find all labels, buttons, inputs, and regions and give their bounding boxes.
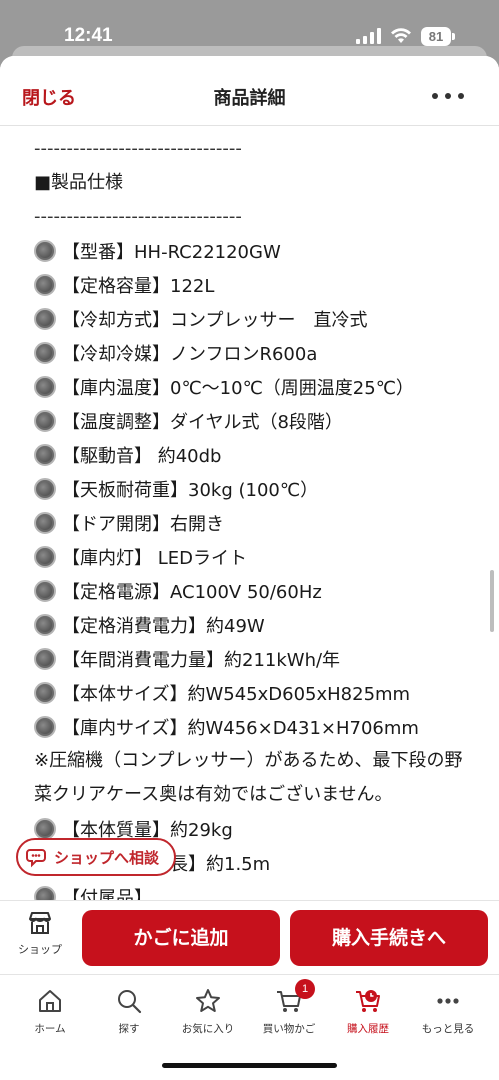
spec-item: 【型番】HH-RC22120GW [34,234,474,268]
bullet-icon [34,648,56,670]
tab-home[interactable]: ホーム [10,987,90,1036]
bullet-icon [34,580,56,602]
spec-item: 【天板耐荷重】30kg (100℃） [34,472,474,506]
chat-icon [26,849,46,868]
spec-item: 【庫内灯】 LEDライト [34,540,474,574]
bullet-icon [34,478,56,500]
tab-home-label: ホーム [34,1023,66,1035]
spec-text: 【温度調整】ダイヤル式（8段階） [62,412,343,433]
bullet-icon [34,818,56,840]
spec-note: ※圧縮機（コンプレッサー）があるため、最下段の野菜クリアケース奥は有効ではござい… [34,750,463,805]
battery-icon: 81 [421,27,455,46]
spec-text: 【庫内温度】0℃～10℃（周囲温度25℃） [62,378,414,399]
bullet-icon [34,444,56,466]
shop-label: ショップ [18,943,62,956]
shop-icon [29,912,51,934]
bullet-icon [34,682,56,704]
spec-item: 【定格電源】AC100V 50/60Hz [34,574,474,608]
shop-consult-button[interactable]: ショップへ相談 [16,838,176,876]
spec-item: 【庫内サイズ】約W456×D431×H706mm [34,710,474,744]
spec-item: 【年間消費電力量】約211kWh/年 [34,642,474,676]
bullet-icon [34,614,56,636]
page-title: 商品詳細 [213,88,286,109]
add-to-cart-button[interactable]: かごに追加 [82,910,280,966]
spec-text: 【定格電源】AC100V 50/60Hz [62,582,322,603]
purchase-action-bar: ショップ かごに追加 購入手続きへ [0,900,499,974]
spec-text: 【定格容量】122L [62,276,215,297]
signal-icon [356,28,381,44]
bullet-icon [34,376,56,398]
spec-text: 【天板耐荷重】30kg (100℃） [62,480,319,501]
tab-cart[interactable]: 1 買い物かご [249,979,329,1036]
star-icon [196,989,220,1012]
spec-item: 【ドア開閉】右開き [34,506,474,540]
tab-search-label: 探す [118,1023,140,1035]
bullet-icon [34,342,56,364]
checkout-button[interactable]: 購入手続きへ [290,910,488,966]
search-icon [118,990,142,1014]
tab-more-label: もっと見る [421,1023,475,1035]
spec-text: 【冷却方式】コンプレッサー 直冷式 [62,310,368,331]
spec-item: 【本体サイズ】約W545xD605xH825mm [34,676,474,710]
spec-text: 【駆動音】 約40db [62,446,222,467]
spec-item: 【定格容量】122L [34,268,474,302]
tab-cart-label: 買い物かご [262,1023,316,1035]
spec-text: 【型番】HH-RC22120GW [62,242,281,263]
divider-text: -------------------------------- [34,138,242,159]
bullet-icon [34,308,56,330]
bullet-icon [34,716,56,738]
more-options-icon[interactable] [432,90,464,102]
status-time: 12:41 [64,25,113,46]
spec-item: 【駆動音】 約40db [34,438,474,472]
tab-favorites[interactable]: お気に入り [168,987,248,1036]
bullet-icon [34,410,56,432]
tab-favorites-label: お気に入り [181,1023,235,1035]
product-description[interactable]: -------------------------------- ■製品仕様 -… [0,126,499,956]
shop-consult-label: ショップへ相談 [54,848,160,867]
wifi-icon [391,28,411,43]
spec-item: 【冷却冷媒】ノンフロンR600a [34,336,474,370]
section-title: ■製品仕様 [34,172,124,193]
bullet-icon [34,240,56,262]
tab-search[interactable]: 探す [89,987,169,1036]
spec-text: 【本体サイズ】約W545xD605xH825mm [62,684,411,705]
bullet-icon [34,274,56,296]
spec-item: 【庫内温度】0℃～10℃（周囲温度25℃） [34,370,474,404]
cart-count-badge: 1 [295,979,315,999]
home-indicator [162,1063,337,1068]
bullet-icon [34,546,56,568]
tab-history[interactable]: 購入履歴 [328,987,408,1036]
spec-list: 【型番】HH-RC22120GW 【定格容量】122L 【冷却方式】コンプレッサー … [34,234,474,744]
sheet-header: 閉じる 商品詳細 [0,56,499,126]
spec-text: 【庫内灯】 LEDライト [62,548,247,569]
spec-item: 【定格消費電力】約49W [34,608,474,642]
spec-item: 【温度調整】ダイヤル式（8段階） [34,404,474,438]
more-icon [437,998,459,1004]
home-icon [39,990,61,1012]
bullet-icon [34,512,56,534]
spec-text: 【庫内サイズ】約W456×D431×H706mm [62,718,419,739]
battery-level: 81 [421,27,451,46]
scrollbar[interactable] [490,570,494,632]
spec-text: 【ドア開閉】右開き [62,514,224,535]
tab-history-label: 購入履歴 [347,1023,389,1035]
shop-button[interactable]: ショップ [10,909,70,965]
spec-text: 【定格消費電力】約49W [62,616,265,637]
spec-text: 【冷却冷媒】ノンフロンR600a [62,344,318,365]
tab-more[interactable]: もっと見る [408,987,488,1036]
history-cart-icon [356,990,380,1012]
spec-text: 【年間消費電力量】約211kWh/年 [62,650,341,671]
divider-text: -------------------------------- [34,206,242,227]
spec-item: 【冷却方式】コンプレッサー 直冷式 [34,302,474,336]
